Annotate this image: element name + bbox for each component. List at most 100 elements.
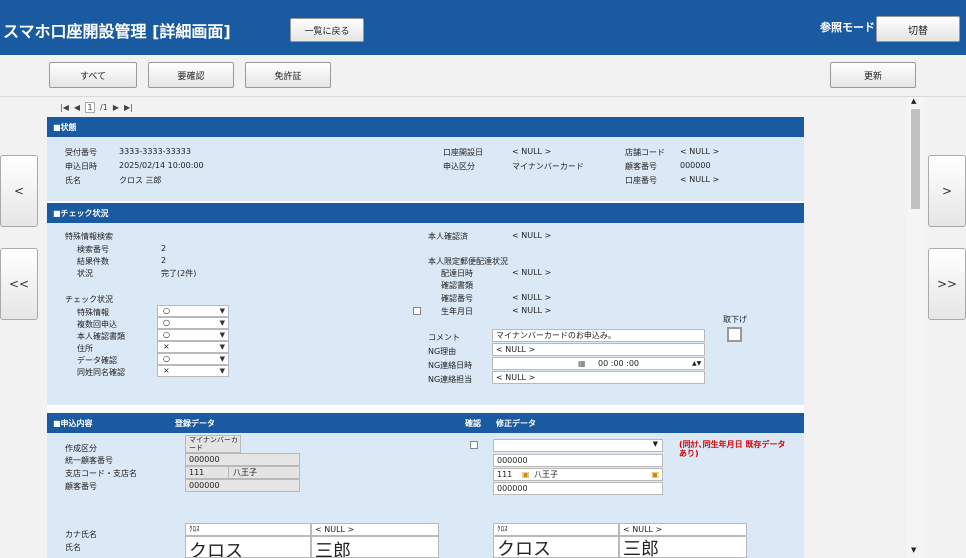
- identity-value: < NULL >: [512, 231, 552, 240]
- branch-label: 支店コード・支店名: [65, 469, 137, 478]
- mod-branch-name: 八王子: [534, 470, 558, 479]
- name-value: クロス 三郎: [119, 176, 162, 185]
- mod-name-first-field[interactable]: 三郎: [619, 536, 747, 558]
- dropdown-arrow-icon: ▼: [219, 307, 225, 315]
- confirm-no: < NULL >: [512, 293, 552, 302]
- prev-record-button[interactable]: <: [0, 155, 38, 227]
- dropdown-arrow-icon: ▼: [652, 440, 658, 448]
- dropdown-arrow-icon: ▼: [219, 355, 225, 363]
- kana-last-value: ｸﾛｽ: [185, 523, 311, 536]
- apply-type: マイナンバーカード: [512, 162, 584, 171]
- check-row-label: 特殊情報: [77, 308, 109, 317]
- first-page-icon[interactable]: |◀: [60, 103, 69, 112]
- dropdown-arrow-icon: ▼: [219, 343, 225, 351]
- app-header: スマホ口座開設管理 [詳細画面] 一覧に戻る 参照モード 切替: [0, 0, 966, 55]
- special-search-label: 特殊情報検索: [65, 232, 113, 241]
- mod-kana-first-field[interactable]: < NULL >: [619, 523, 747, 536]
- last-record-button[interactable]: >>: [928, 248, 966, 320]
- check-row-label: 本人確認書類: [77, 332, 125, 341]
- apply-date-label: 申込日時: [65, 162, 97, 171]
- scroll-up-icon[interactable]: ▲: [911, 97, 916, 105]
- unified-no-value: 000000: [185, 453, 300, 466]
- pager: |◀ ◀ 1 /1 ▶ ▶|: [60, 100, 133, 114]
- name-label: 氏名: [65, 543, 81, 552]
- vertical-scrollbar[interactable]: ▲ ▼: [907, 97, 924, 558]
- duplicate-warning: (同ｶﾅ､同生年月日 既存データあり): [679, 440, 786, 458]
- reg-data-label: 登録データ: [175, 418, 215, 428]
- back-to-list-button[interactable]: 一覧に戻る: [290, 18, 364, 42]
- account-no-label: 口座番号: [625, 176, 657, 185]
- create-type-label: 作成区分: [65, 444, 97, 453]
- check-select[interactable]: × ▼: [157, 365, 229, 377]
- mod-name-last-field[interactable]: クロス: [493, 536, 619, 558]
- ng-person-field[interactable]: < NULL >: [492, 371, 705, 384]
- lookup-icon[interactable]: ▣: [522, 469, 530, 480]
- mod-customer-no-field[interactable]: 000000: [493, 482, 663, 495]
- name-label: 氏名: [65, 176, 81, 185]
- first-record-button[interactable]: <<: [0, 248, 38, 320]
- scroll-thumb[interactable]: [911, 109, 920, 209]
- filter-need-check-button[interactable]: 要確認: [148, 62, 234, 88]
- check-select[interactable]: × ▼: [157, 341, 229, 353]
- time-spinner-icon[interactable]: ▲▼: [692, 358, 701, 369]
- state-label: 状況: [77, 269, 93, 278]
- comment-field[interactable]: マイナンバーカードのお申込み。: [492, 329, 705, 342]
- birth-value: < NULL >: [512, 306, 552, 315]
- birth-checkbox[interactable]: [413, 307, 421, 315]
- shop-code: < NULL >: [680, 147, 720, 156]
- prev-page-icon[interactable]: ◀: [74, 103, 80, 112]
- check-select[interactable]: ○ ▼: [157, 317, 229, 329]
- name-last-value: クロス: [185, 536, 311, 558]
- apply-section-title: ■申込内容: [53, 418, 93, 428]
- check-select[interactable]: ○ ▼: [157, 353, 229, 365]
- check-row-label: データ確認: [77, 356, 117, 365]
- mod-kana-last-field[interactable]: ｸﾛｽ: [493, 523, 619, 536]
- ng-date-field[interactable]: ▦ 00 :00 :00 ▲▼: [492, 357, 705, 370]
- check-row-label: 住所: [77, 344, 93, 353]
- withdraw-label: 取下げ: [723, 315, 747, 324]
- mod-create-type-select[interactable]: ▼: [493, 439, 663, 452]
- mod-branch-field[interactable]: 111 ▣ 八王子 ▣: [493, 468, 663, 481]
- account-no: < NULL >: [680, 175, 720, 184]
- delivery-date: < NULL >: [512, 268, 552, 277]
- ng-date-label: NG連絡日時: [428, 361, 473, 370]
- mode-label: 参照モード: [820, 21, 875, 34]
- lookup-icon[interactable]: ▣: [651, 469, 659, 480]
- refresh-button[interactable]: 更新: [830, 62, 916, 88]
- next-record-button[interactable]: >: [928, 155, 966, 227]
- customer-no-label: 顧客番号: [625, 162, 657, 171]
- mod-branch-code: 111: [497, 470, 513, 479]
- calendar-icon[interactable]: ▦: [578, 358, 586, 369]
- mod-unified-no-field[interactable]: 000000: [493, 454, 663, 467]
- comment-label: コメント: [428, 333, 460, 342]
- status-section-header: ■状態: [47, 117, 804, 137]
- detail-panel: ■状態 受付番号 3333-3333-33333 申込日時 2025/02/14…: [47, 117, 804, 558]
- dropdown-arrow-icon: ▼: [219, 331, 225, 339]
- next-page-icon[interactable]: ▶: [113, 103, 119, 112]
- ng-reason-label: NG理由: [428, 347, 457, 356]
- ng-reason-field[interactable]: < NULL >: [492, 343, 705, 356]
- page-number-input[interactable]: 1: [85, 101, 96, 113]
- delivery-date-label: 配達日時: [441, 269, 473, 278]
- confirm-checkbox[interactable]: [470, 441, 478, 449]
- apply-type-label: 申込区分: [443, 162, 475, 171]
- switch-mode-button[interactable]: 切替: [876, 16, 960, 42]
- check-select[interactable]: ○ ▼: [157, 305, 229, 317]
- open-date: < NULL >: [512, 147, 552, 156]
- filter-license-button[interactable]: 免許証: [245, 62, 331, 88]
- filter-all-button[interactable]: すべて: [49, 62, 137, 88]
- apply-date: 2025/02/14 10:00:00: [119, 161, 204, 170]
- confirm-label: 確認: [465, 418, 481, 428]
- branch-name: 八王子: [228, 467, 257, 478]
- kana-name-label: カナ氏名: [65, 530, 97, 539]
- create-type-value: マイナンバーカード: [185, 435, 241, 453]
- state-value: 完了(2件): [161, 269, 197, 278]
- branch-value: 111 八王子: [185, 466, 300, 479]
- scroll-down-icon[interactable]: ▼: [911, 546, 916, 554]
- withdraw-checkbox[interactable]: [727, 327, 742, 342]
- last-page-icon[interactable]: ▶|: [124, 103, 133, 112]
- check-select[interactable]: ○ ▼: [157, 329, 229, 341]
- receipt-no-label: 受付番号: [65, 148, 97, 157]
- check-row-label: 複数回申込: [77, 320, 117, 329]
- status-section: 受付番号 3333-3333-33333 申込日時 2025/02/14 10:…: [47, 137, 804, 201]
